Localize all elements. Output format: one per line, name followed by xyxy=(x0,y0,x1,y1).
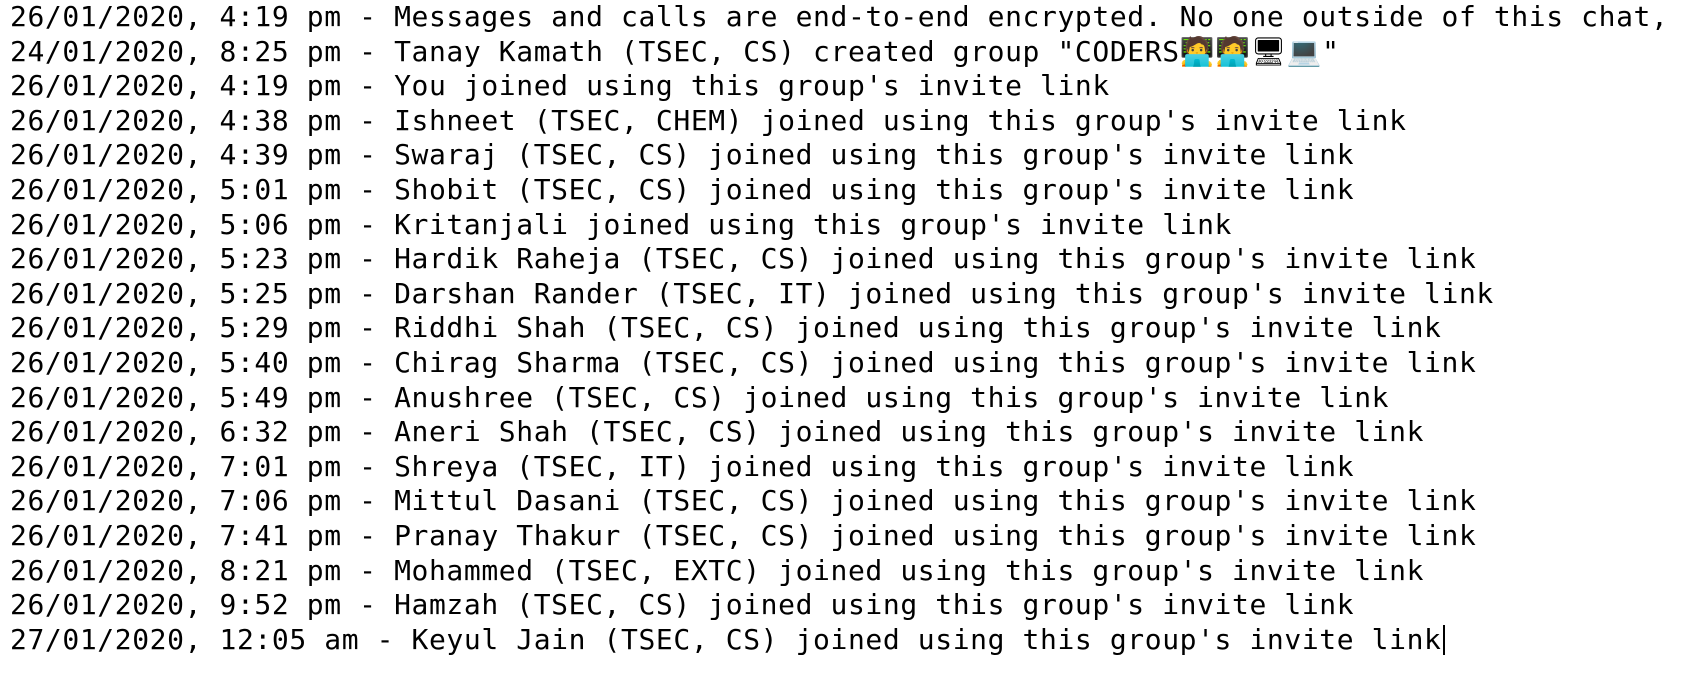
chat-log-line: 24/01/2020, 8:25 pm - Tanay Kamath (TSEC… xyxy=(10,34,1340,68)
chat-log-line: 26/01/2020, 4:19 pm - Messages and calls… xyxy=(10,0,1669,33)
chat-log-line: 26/01/2020, 8:21 pm - Mohammed (TSEC, EX… xyxy=(10,553,1425,587)
chat-log-line: 26/01/2020, 7:06 pm - Mittul Dasani (TSE… xyxy=(10,484,1477,518)
text-editor-area[interactable]: 26/01/2020, 4:19 pm - Messages and calls… xyxy=(0,0,1684,700)
chat-log-line: 26/01/2020, 4:39 pm - Swaraj (TSEC, CS) … xyxy=(10,138,1355,172)
chat-log-line: 26/01/2020, 4:38 pm - Ishneet (TSEC, CHE… xyxy=(10,103,1407,137)
chat-log-line-last: 27/01/2020, 12:05 am - Keyul Jain (TSEC,… xyxy=(10,623,1684,658)
chat-log-line-last-text: 27/01/2020, 12:05 am - Keyul Jain (TSEC,… xyxy=(10,622,1442,656)
chat-log-lines: 26/01/2020, 4:19 pm - Messages and calls… xyxy=(10,0,1684,657)
text-cursor xyxy=(1442,624,1445,655)
chat-log-line: 26/01/2020, 5:01 pm - Shobit (TSEC, CS) … xyxy=(10,172,1355,206)
chat-log-line: 26/01/2020, 5:06 pm - Kritanjali joined … xyxy=(10,207,1233,241)
chat-log-line: 26/01/2020, 5:23 pm - Hardik Raheja (TSE… xyxy=(10,242,1477,276)
chat-log-line: 26/01/2020, 5:40 pm - Chirag Sharma (TSE… xyxy=(10,345,1477,379)
chat-log-line: 26/01/2020, 6:32 pm - Aneri Shah (TSEC, … xyxy=(10,415,1425,449)
chat-log-line: 26/01/2020, 4:19 pm - You joined using t… xyxy=(10,69,1110,103)
chat-log-line: 26/01/2020, 5:29 pm - Riddhi Shah (TSEC,… xyxy=(10,311,1442,345)
chat-log-line: 26/01/2020, 5:49 pm - Anushree (TSEC, CS… xyxy=(10,380,1390,414)
chat-log-line: 26/01/2020, 5:25 pm - Darshan Rander (TS… xyxy=(10,276,1494,310)
chat-log-line: 26/01/2020, 7:01 pm - Shreya (TSEC, IT) … xyxy=(10,449,1355,483)
chat-log-line: 26/01/2020, 9:52 pm - Hamzah (TSEC, CS) … xyxy=(10,588,1355,622)
chat-log-line: 26/01/2020, 7:41 pm - Pranay Thakur (TSE… xyxy=(10,518,1477,552)
